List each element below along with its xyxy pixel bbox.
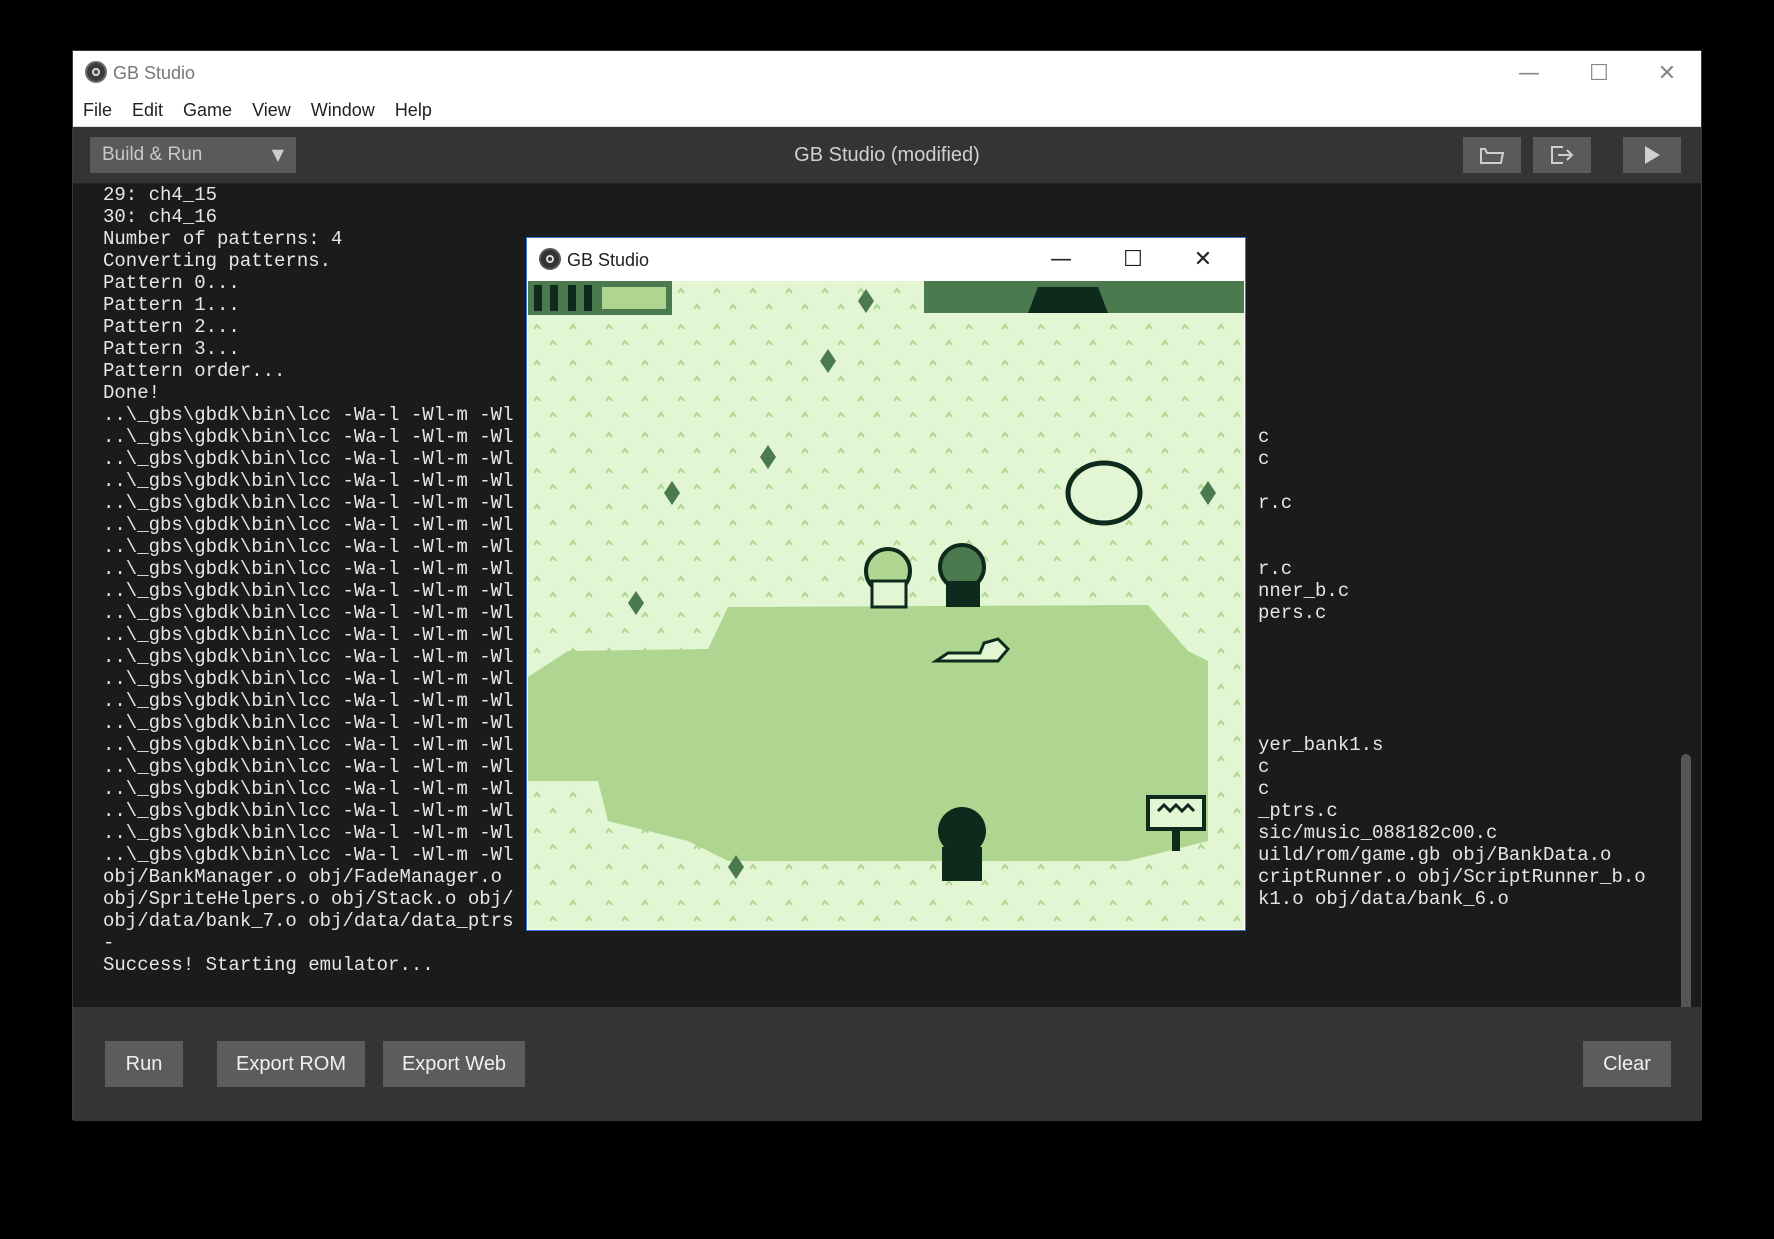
minimize-icon[interactable]: — bbox=[1027, 238, 1095, 280]
run-play-button[interactable] bbox=[1623, 137, 1681, 173]
console-line-fragment: r.c bbox=[1258, 492, 1293, 514]
gb-studio-logo-icon bbox=[85, 61, 107, 83]
maximize-icon[interactable]: ☐ bbox=[1099, 238, 1167, 280]
export-button[interactable] bbox=[1533, 137, 1591, 173]
menu-file[interactable]: File bbox=[73, 95, 122, 125]
emulator-window: GB Studio — ☐ ✕ bbox=[526, 237, 1246, 931]
console-line-fragment: uild/rom/game.gb obj/BankData.o bbox=[1258, 844, 1612, 866]
minimize-icon[interactable]: — bbox=[1495, 51, 1563, 95]
game-screen[interactable] bbox=[528, 281, 1244, 929]
emulator-title: GB Studio bbox=[567, 250, 650, 270]
console-line-fragment: k1.o obj/data/bank_6.o bbox=[1258, 888, 1509, 910]
play-icon bbox=[1645, 146, 1660, 164]
menu-edit[interactable]: Edit bbox=[122, 95, 173, 125]
window-title: GB Studio bbox=[113, 63, 196, 83]
export-rom-button[interactable]: Export ROM bbox=[217, 1041, 365, 1087]
console-line-fragment: c bbox=[1258, 756, 1270, 778]
run-button[interactable]: Run bbox=[105, 1041, 183, 1087]
maximize-icon[interactable]: ☐ bbox=[1565, 51, 1633, 95]
console-line-fragment: nner_b.c bbox=[1258, 580, 1350, 602]
game-scene-image bbox=[528, 281, 1244, 929]
title-bar[interactable]: GB Studio — ☐ ✕ bbox=[73, 51, 1701, 95]
build-mode-label: Build & Run bbox=[102, 144, 203, 165]
menu-view[interactable]: View bbox=[242, 95, 301, 125]
console-line-fragment: pers.c bbox=[1258, 602, 1327, 624]
console-line-fragment: criptRunner.o obj/ScriptRunner_b.o bbox=[1258, 866, 1646, 888]
menu-help[interactable]: Help bbox=[385, 95, 442, 125]
project-title: GB Studio (modified) bbox=[794, 144, 980, 166]
toolbar: GB Studio (modified) Build & Run ▼ bbox=[73, 127, 1701, 184]
open-folder-button[interactable] bbox=[1463, 137, 1521, 173]
build-mode-select[interactable]: Build & Run ▼ bbox=[90, 137, 296, 173]
menu-bar: File Edit Game View Window Help bbox=[73, 95, 1701, 127]
close-icon[interactable]: ✕ bbox=[1633, 51, 1701, 95]
menu-game[interactable]: Game bbox=[173, 95, 242, 125]
export-icon bbox=[1551, 146, 1574, 164]
chevron-down-icon: ▼ bbox=[271, 145, 284, 164]
close-icon[interactable]: ✕ bbox=[1169, 238, 1237, 280]
console-line-fragment: _ptrs.c bbox=[1258, 800, 1338, 822]
folder-open-icon bbox=[1480, 148, 1505, 164]
console-line-fragment: c bbox=[1258, 778, 1270, 800]
console-line-fragment: sic/music_088182c00.c bbox=[1258, 822, 1498, 844]
gb-studio-logo-icon bbox=[539, 248, 561, 270]
console-line-fragment: r.c bbox=[1258, 558, 1293, 580]
console-line-fragment: c bbox=[1258, 448, 1270, 470]
menu-window[interactable]: Window bbox=[301, 95, 385, 125]
console-scrollbar[interactable] bbox=[1681, 754, 1691, 1007]
console-line-fragment: yer_bank1.s bbox=[1258, 734, 1384, 756]
action-bar: Run Export ROM Export Web Clear bbox=[73, 1007, 1701, 1121]
console-line-fragment: c bbox=[1258, 426, 1270, 448]
export-web-button[interactable]: Export Web bbox=[383, 1041, 525, 1087]
clear-button[interactable]: Clear bbox=[1583, 1041, 1671, 1087]
